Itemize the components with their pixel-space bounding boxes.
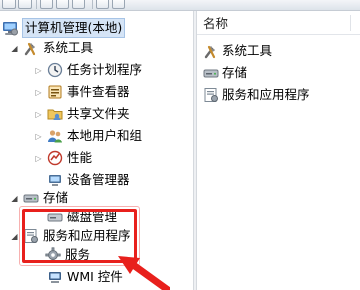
list-item-services-and-applications[interactable]: 服务和应用程序 bbox=[203, 85, 310, 105]
tree-item-label: 计算机管理(本地) bbox=[22, 18, 126, 38]
tree-item-label: 设备管理器 bbox=[67, 172, 130, 187]
annotation-arrow-icon bbox=[118, 256, 170, 290]
services-apps-icon bbox=[203, 87, 219, 103]
device-manager-icon bbox=[47, 172, 63, 188]
collapse-toggle-icon[interactable]: ◢ bbox=[10, 194, 19, 203]
list-item-storage[interactable]: 存储 bbox=[203, 63, 247, 83]
computer-management-icon bbox=[2, 20, 18, 36]
help-button[interactable] bbox=[96, 0, 109, 9]
expand-toggle-icon[interactable]: ▷ bbox=[34, 88, 43, 97]
wmi-control-icon bbox=[47, 269, 63, 285]
expand-toggle-icon[interactable]: ▷ bbox=[34, 110, 43, 119]
tree-item-performance[interactable]: ▷ 性能 bbox=[34, 147, 92, 169]
back-button[interactable] bbox=[2, 0, 16, 9]
storage-icon bbox=[23, 190, 39, 206]
tree-item-label: 系统工具 bbox=[43, 40, 94, 55]
list-item-system-tools[interactable]: 系统工具 bbox=[203, 41, 272, 61]
task-scheduler-icon bbox=[47, 62, 63, 78]
shared-folders-icon bbox=[47, 106, 63, 122]
properties-button[interactable] bbox=[112, 0, 125, 9]
storage-icon bbox=[203, 65, 219, 81]
event-viewer-icon bbox=[47, 84, 63, 100]
toolbar-separator bbox=[92, 0, 93, 9]
tree-item-label: 共享文件夹 bbox=[67, 106, 130, 121]
tree-item-label: 性能 bbox=[67, 150, 93, 165]
tree-item-root[interactable]: 计算机管理(本地) bbox=[2, 17, 126, 39]
expand-toggle-icon[interactable]: ▷ bbox=[34, 132, 43, 141]
tree-item-label: 本地用户和组 bbox=[67, 128, 143, 143]
tools-icon bbox=[23, 40, 39, 56]
performance-icon bbox=[47, 150, 63, 166]
tree-item-event-viewer[interactable]: ▷ 事件查看器 bbox=[34, 81, 130, 103]
tree-item-label: 任务计划程序 bbox=[67, 62, 143, 77]
tree-item-shared-folders[interactable]: ▷ 共享文件夹 bbox=[34, 103, 130, 125]
collapse-toggle-icon[interactable]: ◢ bbox=[10, 232, 19, 241]
forward-button[interactable] bbox=[18, 0, 32, 9]
list-item-label: 系统工具 bbox=[222, 43, 273, 58]
export-list-button[interactable] bbox=[72, 0, 85, 9]
users-groups-icon bbox=[47, 128, 63, 144]
name-column-header[interactable]: 名称 bbox=[197, 11, 360, 35]
column-header-label: 名称 bbox=[203, 16, 229, 31]
tree-item-system-tools[interactable]: ◢ 系统工具 bbox=[10, 37, 93, 59]
collapse-toggle-icon[interactable]: ◢ bbox=[10, 44, 19, 53]
column-separator[interactable] bbox=[350, 15, 351, 31]
tree-item-task-scheduler[interactable]: ▷ 任务计划程序 bbox=[34, 59, 142, 81]
up-button[interactable] bbox=[40, 0, 53, 9]
expand-toggle-icon[interactable]: ▷ bbox=[34, 66, 43, 75]
tree-item-label: 事件查看器 bbox=[67, 84, 130, 99]
details-pane: 名称 系统工具 存储 服务和应用程序 bbox=[197, 11, 360, 290]
list-item-label: 服务和应用程序 bbox=[222, 87, 310, 102]
toolbar bbox=[0, 0, 360, 11]
tree-item-local-users-groups[interactable]: ▷ 本地用户和组 bbox=[34, 125, 142, 147]
show-hide-tree-button[interactable] bbox=[56, 0, 69, 9]
expand-toggle-icon[interactable]: ▷ bbox=[34, 154, 43, 163]
list-item-label: 存储 bbox=[222, 65, 248, 80]
tools-icon bbox=[203, 43, 219, 59]
toolbar-separator bbox=[36, 0, 37, 9]
